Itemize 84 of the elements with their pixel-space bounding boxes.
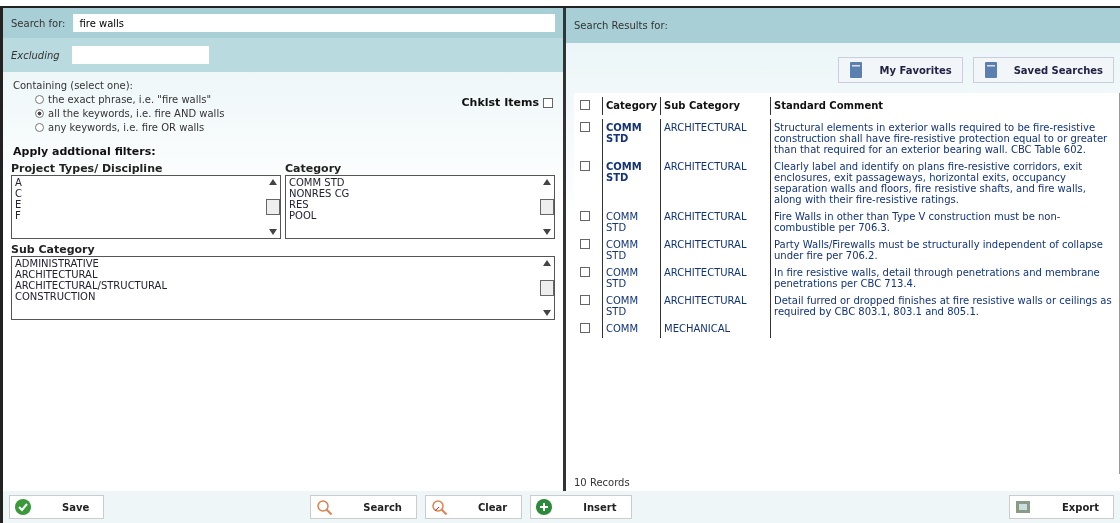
table-cell: COMM STD xyxy=(602,236,660,264)
list-item[interactable]: POOL xyxy=(289,210,537,221)
row-checkbox[interactable] xyxy=(580,239,590,249)
row-checkbox[interactable] xyxy=(580,267,590,277)
search-icon xyxy=(315,498,334,516)
list-item[interactable]: ARCHITECTURAL/STRUCTURAL xyxy=(15,280,537,291)
check-icon xyxy=(14,498,32,516)
scrollbar-thumb[interactable] xyxy=(540,199,554,215)
saved-searches-button[interactable]: Saved Searches xyxy=(972,57,1114,83)
row-checkbox[interactable] xyxy=(580,211,590,221)
up-arrow-icon[interactable] xyxy=(269,179,277,185)
search-field[interactable]: fire walls xyxy=(73,14,555,32)
table-cell: COMM STD xyxy=(602,158,660,208)
table-cell: ARCHITECTURAL xyxy=(660,236,770,264)
table-cell: ARCHITECTURAL xyxy=(660,264,770,292)
column-header: Standard Comment xyxy=(770,97,1119,115)
down-arrow-icon[interactable] xyxy=(543,229,551,235)
table-cell: COMM STD xyxy=(602,292,660,320)
document-icon xyxy=(983,61,998,79)
containing-label: Containing (select one): xyxy=(13,80,134,91)
radio-option[interactable]: any keywords, i.e. fire OR walls xyxy=(13,122,225,133)
project-types-list[interactable]: A C E F xyxy=(11,175,281,239)
scrollbar-thumb[interactable] xyxy=(266,199,280,215)
save-button[interactable]: Save xyxy=(9,495,105,519)
scrollbar-thumb[interactable] xyxy=(540,280,554,296)
down-arrow-icon[interactable] xyxy=(543,310,551,316)
table-cell: COMM STD xyxy=(602,264,660,292)
row-checkbox[interactable] xyxy=(580,323,590,333)
excluding-label: Excluding xyxy=(11,49,60,61)
table-cell: ARCHITECTURAL xyxy=(660,158,770,208)
column-header: Sub Category xyxy=(660,97,770,115)
sub-category-label: Sub Category xyxy=(11,243,96,256)
table-cell: Structural elements in exterior walls required to be fire-resistive construction shall have fire-resistive protection equal to or greater than that required for an exterior bearing wall. CBC Table 602. xyxy=(770,119,1119,158)
table-cell: ARCHITECTURAL xyxy=(660,119,770,158)
table-cell: ARCHITECTURAL xyxy=(660,208,770,236)
sub-category-list[interactable]: ADMINISTRATIVE ARCHITECTURAL ARCHITECTURAL/STRUCTURAL CONSTRUCTION xyxy=(11,256,555,320)
table-cell: MECHANICAL xyxy=(660,320,770,338)
row-checkbox[interactable] xyxy=(580,295,590,305)
select-all-checkbox[interactable] xyxy=(580,100,590,110)
list-item[interactable]: F xyxy=(15,210,263,221)
project-types-label: Project Types/ Discipline xyxy=(11,162,164,175)
list-item[interactable]: RES xyxy=(289,199,537,210)
excluding-field[interactable] xyxy=(71,46,209,64)
spreadsheet-icon xyxy=(1013,498,1032,516)
table-cell: In fire resistive walls, detail through penetrations and membrane penetrations per CBC 713.4. xyxy=(770,264,1119,292)
list-item[interactable]: C xyxy=(15,188,263,199)
search-label: Search for: xyxy=(11,17,66,29)
table-cell: COMM xyxy=(602,320,660,338)
radio-option[interactable]: all the keywords, i.e. fire AND walls xyxy=(13,108,225,119)
table-cell: Detail furred or dropped finishes at fire resistive walls or ceilings as required by CBC 803.1, 803.1 and 805.1. xyxy=(770,292,1119,320)
up-arrow-icon[interactable] xyxy=(543,179,551,185)
list-item[interactable]: CONSTRUCTION xyxy=(15,291,537,302)
down-arrow-icon[interactable] xyxy=(269,229,277,235)
table-cell: ARCHITECTURAL xyxy=(660,292,770,320)
list-item[interactable]: ARCHITECTURAL xyxy=(15,269,537,280)
list-item[interactable]: A xyxy=(15,177,263,188)
checklist-checkbox[interactable]: Chklst Items xyxy=(461,96,553,109)
plus-icon xyxy=(535,498,554,516)
table-cell: Fire Walls in other than Type V construction must be non-combustible per 706.3. xyxy=(770,208,1119,236)
search-icon xyxy=(430,498,448,516)
export-button[interactable]: Export xyxy=(1008,495,1114,519)
category-list[interactable]: COMM STD NONRES CG RES POOL xyxy=(285,175,555,239)
list-item[interactable]: COMM STD xyxy=(289,177,537,188)
record-count: 10 Records xyxy=(573,476,631,490)
row-checkbox[interactable] xyxy=(580,161,590,171)
results-title: Search Results for: xyxy=(574,20,668,31)
list-item[interactable]: NONRES CG xyxy=(289,188,537,199)
column-header: Category xyxy=(602,97,660,115)
filters-title: Apply addtional filters: xyxy=(12,144,157,160)
up-arrow-icon[interactable] xyxy=(543,260,551,266)
table-cell: Party Walls/Firewalls must be structurally independent of collapse under fire per 706.2. xyxy=(770,236,1119,264)
row-checkbox[interactable] xyxy=(580,122,590,132)
table-cell: COMM STD xyxy=(602,208,660,236)
list-item[interactable]: ADMINISTRATIVE xyxy=(15,258,537,269)
category-label: Category xyxy=(285,162,343,175)
search-button[interactable]: Search xyxy=(310,495,417,519)
list-item[interactable]: E xyxy=(15,199,263,210)
radio-option[interactable]: the exact phrase, i.e. "fire walls" xyxy=(13,94,225,105)
document-icon xyxy=(849,61,864,79)
table-cell: Clearly label and identify on plans fire-resistive corridors, exit enclosures, exit passageways, horizontal exits, occupancy separation walls and floors, fire resistive shafts, and fire walls, along with their fire-resistive ratings. xyxy=(770,158,1119,208)
clear-button[interactable]: Clear xyxy=(425,495,523,519)
insert-button[interactable]: Insert xyxy=(530,495,632,519)
table-cell: COMM STD xyxy=(602,119,660,158)
favorites-button[interactable]: My Favorites xyxy=(838,57,963,83)
